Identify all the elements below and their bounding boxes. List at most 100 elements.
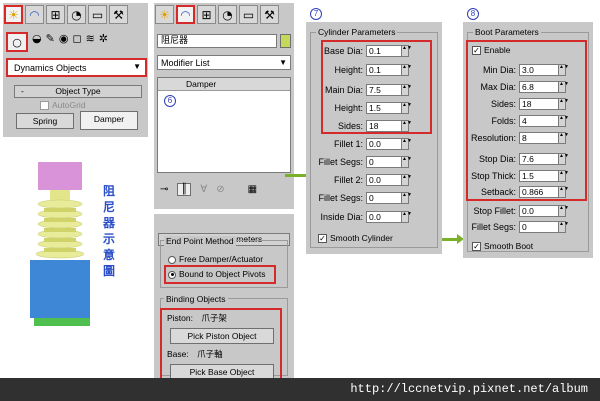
boot-folds: Folds: 4 ▲▼ (491, 115, 569, 127)
utilities-tab-2[interactable]: ⚒ (260, 5, 279, 24)
modify-icon: ◠ (29, 7, 40, 22)
spinner-icon[interactable]: ▲▼ (402, 174, 412, 186)
motion-tab-2[interactable]: ◔ (218, 5, 237, 24)
smooth-cylinder-checkbox[interactable]: ✓ Smooth Cylinder (318, 233, 393, 244)
cyl-fillet-1: Fillet 1: 0.0 ▲▼ (333, 138, 412, 150)
spinner-icon[interactable]: ▲▼ (559, 186, 569, 198)
boot-enable-checkbox[interactable]: ✓ Enable (472, 45, 510, 56)
smooth-boot-checkbox[interactable]: ✓ Smooth Boot (472, 241, 533, 252)
geometry-category-icon[interactable]: ○ (6, 32, 28, 52)
boot-sides: Sides: 18 ▲▼ (490, 98, 569, 110)
spinner-icon[interactable]: ▲▼ (402, 84, 412, 96)
create-tab[interactable]: ☀ (4, 5, 23, 24)
cyl-inside-dia: Inside Dia: 0.0 ▲▼ (320, 211, 412, 223)
spinner-icon[interactable]: ▲▼ (559, 221, 569, 233)
hammer-icon: ⚒ (264, 7, 275, 22)
object-category-value: Dynamics Objects (14, 63, 87, 73)
spinner-icon[interactable]: ▲▼ (559, 170, 569, 182)
modify-tab-2[interactable]: ◠ (176, 5, 195, 24)
spinner-icon[interactable]: ▲▼ (559, 64, 569, 76)
configure-sets-icon[interactable]: ▦ (248, 184, 257, 195)
boot-stop-fillet: Stop Fillet: 0.0 ▲▼ (473, 205, 569, 217)
spinner-icon[interactable]: ▲▼ (402, 102, 412, 114)
bound-to-pivots-radio[interactable]: Bound to Object Pivots (164, 265, 276, 284)
object-color-swatch[interactable] (280, 34, 291, 48)
spinner-icon[interactable]: ▲▼ (402, 120, 412, 132)
step-6-marker: 6 (164, 95, 176, 107)
spinner-icon[interactable]: ▲▼ (559, 153, 569, 165)
helpers-category-icon[interactable]: ◻ (72, 32, 81, 52)
motion-tab[interactable]: ◔ (67, 5, 86, 24)
modify-tab[interactable]: ◠ (25, 5, 44, 24)
spinner-icon[interactable]: ▲▼ (402, 64, 412, 76)
utilities-tab[interactable]: ⚒ (109, 5, 128, 24)
cyl-base-dia: Base Dia: 0.1 ▲▼ (323, 45, 412, 57)
free-damper-radio[interactable]: Free Damper/Actuator (168, 254, 263, 264)
cameras-category-icon[interactable]: ◉ (59, 32, 69, 52)
cylinder-params-title: Cylinder Parameters (316, 27, 398, 37)
end-point-method-label: End Point Method (164, 236, 236, 246)
spinner-icon[interactable]: ▲▼ (402, 192, 412, 204)
spinner-icon[interactable]: ▲▼ (559, 81, 569, 93)
spacewarps-category-icon[interactable]: ≋ (86, 32, 95, 52)
damper-button[interactable]: Damper (80, 111, 138, 130)
lights-category-icon[interactable]: ✎ (46, 32, 55, 52)
base-label: Base: 爪子軸 (167, 349, 223, 360)
spring-button[interactable]: Spring (16, 113, 74, 129)
illustration-caption: 阻尼器示意圖 (103, 184, 116, 278)
hierarchy-icon: ⊞ (50, 7, 61, 22)
spinner-icon[interactable]: ▲▼ (402, 156, 412, 168)
object-type-rollout-header[interactable]: - Object Type (14, 85, 142, 98)
boot-max-dia: Max Dia: 6.8 ▲▼ (480, 81, 569, 93)
base-value: 爪子軸 (197, 350, 223, 360)
modify-icon: ◠ (180, 7, 191, 22)
sun-icon: ☀ (8, 7, 19, 22)
piston-label: Piston: 爪子架 (167, 313, 227, 324)
boot-stop-thick: Stop Thick: 1.5 ▲▼ (471, 170, 569, 182)
chevron-down-icon: ▼ (133, 62, 141, 71)
hammer-icon: ⚒ (113, 7, 124, 22)
spinner-icon[interactable]: ▲▼ (559, 115, 569, 127)
spinner-icon[interactable]: ▲▼ (559, 98, 569, 110)
spinner-icon[interactable]: ▲▼ (402, 45, 412, 57)
hierarchy-tab-2[interactable]: ⊞ (197, 5, 216, 24)
cyl-height-2: Height: 1.5 ▲▼ (334, 102, 412, 114)
boot-params-title: Boot Parameters (473, 27, 541, 37)
object-category-dropdown[interactable]: Dynamics Objects ▼ (6, 58, 147, 77)
damper-illustration (30, 162, 90, 326)
autogrid-checkbox[interactable]: AutoGrid (40, 100, 86, 111)
pick-piston-button[interactable]: Pick Piston Object (170, 328, 274, 344)
boot-stop-dia: Stop Dia: 7.6 ▲▼ (478, 153, 569, 165)
object-name-field[interactable]: 阻尼器 (157, 34, 277, 48)
show-end-result-icon[interactable]: ║ (177, 182, 192, 196)
boot-min-dia: Min Dia: 3.0 ▲▼ (482, 64, 569, 76)
stack-item-damper[interactable]: Damper (158, 78, 290, 91)
spinner-icon[interactable]: ▲▼ (559, 205, 569, 217)
cyl-fillet-segs-1: Fillet Segs: 0 ▲▼ (318, 156, 412, 168)
systems-category-icon[interactable]: ✲ (99, 32, 108, 52)
create-category-icons: ○ ◒ ✎ ◉ ◻ ≋ ✲ (6, 32, 108, 52)
motion-icon: ◔ (71, 7, 82, 22)
spinner-icon[interactable]: ▲▼ (402, 211, 412, 223)
motion-icon: ◔ (222, 7, 233, 22)
binding-objects-label: Binding Objects (164, 294, 228, 304)
cyl-main-dia: Main Dia: 7.5 ▲▼ (324, 84, 412, 96)
piston-value: 爪子架 (201, 314, 227, 324)
create-tab-2[interactable]: ☀ (155, 5, 174, 24)
hierarchy-tab[interactable]: ⊞ (46, 5, 65, 24)
display-tab-2[interactable]: ▭ (239, 5, 258, 24)
modifier-stack: Damper (157, 77, 291, 173)
display-tab[interactable]: ▭ (88, 5, 107, 24)
make-unique-icon[interactable]: ∀ (200, 184, 207, 195)
step-8-marker: 8 (467, 8, 479, 20)
boot-resolution: Resolution: 8 ▲▼ (470, 132, 569, 144)
spinner-icon[interactable]: ▲▼ (402, 138, 412, 150)
spinner-icon[interactable]: ▲▼ (559, 132, 569, 144)
shapes-category-icon[interactable]: ◒ (32, 32, 42, 52)
remove-modifier-icon[interactable]: ⊘ (216, 184, 224, 195)
stack-toolbar: ⊸ ║ ∀ ⊘ ▦ (160, 180, 290, 198)
boot-fillet-segs: Fillet Segs: 0 ▲▼ (471, 221, 569, 233)
cyl-sides: Sides: 18 ▲▼ (337, 120, 412, 132)
modifier-list-dropdown[interactable]: Modifier List ▼ (157, 55, 291, 70)
pin-stack-icon[interactable]: ⊸ (160, 184, 168, 195)
